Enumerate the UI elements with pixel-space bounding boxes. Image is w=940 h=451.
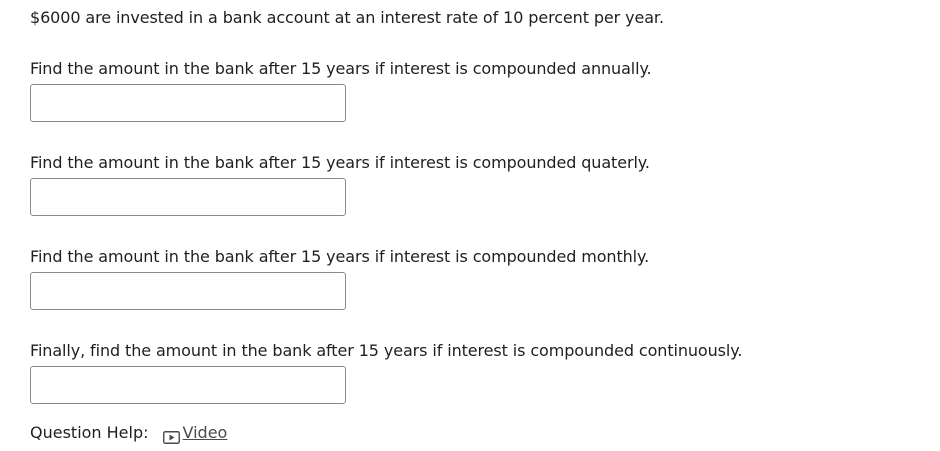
answer-field-continuously[interactable] <box>30 366 346 404</box>
question-annually: Find the amount in the bank after 15 yea… <box>30 57 910 122</box>
question-text-continuously: Finally, find the amount in the bank aft… <box>30 341 743 360</box>
question-monthly: Find the amount in the bank after 15 yea… <box>30 245 910 310</box>
answer-field-annually[interactable] <box>30 84 346 122</box>
answer-field-monthly[interactable] <box>30 272 346 310</box>
question-text-annually: Find the amount in the bank after 15 yea… <box>30 59 652 78</box>
problem-statement: $6000 are invested in a bank account at … <box>30 8 664 27</box>
question-continuously: Finally, find the amount in the bank aft… <box>30 339 910 404</box>
answer-field-quarterly[interactable] <box>30 178 346 216</box>
play-video-icon <box>162 427 180 444</box>
question-help: Question Help: Video <box>30 421 227 445</box>
question-help-label: Question Help: <box>30 423 149 442</box>
question-quarterly: Find the amount in the bank after 15 yea… <box>30 151 910 216</box>
video-help-link[interactable]: Video <box>162 421 228 445</box>
question-text-quarterly: Find the amount in the bank after 15 yea… <box>30 153 650 172</box>
question-text-monthly: Find the amount in the bank after 15 yea… <box>30 247 650 266</box>
video-link-label: Video <box>182 423 228 442</box>
